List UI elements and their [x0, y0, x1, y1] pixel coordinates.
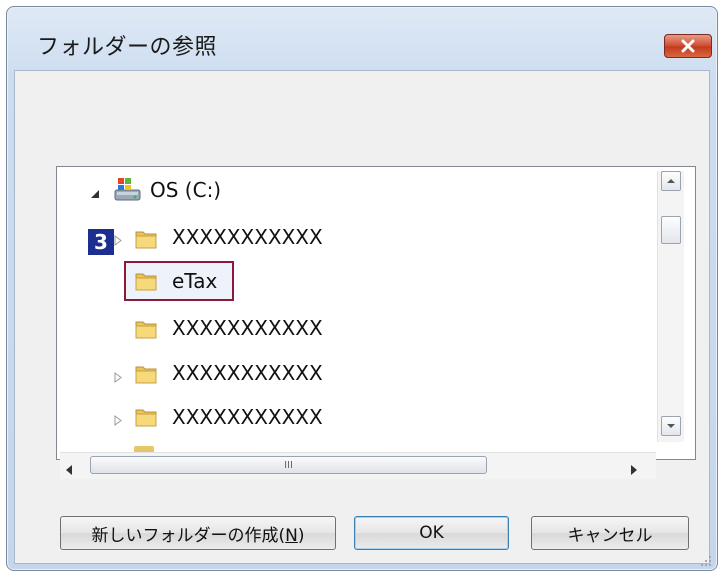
tree-item-label: XXXXXXXXXXX — [172, 316, 323, 340]
folder-icon — [135, 318, 157, 340]
collapsed-triangle-icon[interactable] — [114, 231, 122, 250]
tree-item-label: XXXXXXXXXXX — [172, 225, 323, 249]
scroll-left-button[interactable] — [66, 460, 73, 479]
cancel-button[interactable]: キャンセル — [531, 516, 689, 550]
tree-item[interactable]: XXXXXXXXXXX — [172, 217, 323, 257]
vertical-scroll-thumb[interactable] — [661, 216, 681, 244]
close-button[interactable] — [664, 34, 712, 58]
tree-item-etax[interactable]: eTax — [172, 261, 217, 301]
new-folder-button[interactable]: 新しいフォルダーの作成(N) — [60, 516, 336, 550]
scroll-up-button[interactable] — [661, 171, 681, 191]
collapsed-triangle-icon[interactable] — [114, 411, 122, 430]
cancel-button-label: キャンセル — [567, 525, 653, 546]
tree-item-label: OS (C:) — [150, 178, 222, 202]
scroll-grip-icon: III — [284, 459, 293, 471]
arrow-left-icon — [66, 465, 72, 475]
new-folder-button-label: 新しいフォルダーの作成(N) — [91, 525, 305, 546]
resize-grip-icon[interactable] — [700, 552, 712, 566]
drive-icon — [114, 175, 142, 207]
tree-item-os-drive[interactable]: OS (C:) — [150, 170, 221, 210]
expanded-triangle-icon[interactable] — [91, 184, 100, 203]
ok-button-label: OK — [419, 523, 444, 543]
arrow-down-icon — [667, 424, 675, 428]
folder-icon — [135, 363, 157, 385]
tree-item[interactable]: XXXXXXXXXXX — [172, 353, 323, 393]
tree-item-label: XXXXXXXXXXX — [172, 405, 323, 429]
tree-item[interactable]: XXXXXXXXXXX — [172, 397, 323, 437]
horizontal-scroll-thumb[interactable]: III — [90, 456, 487, 474]
ok-button[interactable]: OK — [354, 516, 509, 550]
tree-item-label: XXXXXXXXXXX — [172, 361, 323, 385]
collapsed-triangle-icon[interactable] — [114, 368, 122, 387]
dialog-title: フォルダーの参照 — [37, 35, 218, 60]
close-x-icon — [681, 39, 695, 53]
tree-item[interactable]: XXXXXXXXXXX — [172, 308, 323, 348]
folder-icon — [135, 270, 157, 292]
arrow-up-icon — [667, 179, 675, 183]
folder-icon — [135, 228, 157, 250]
tree-item-label: eTax — [172, 269, 218, 293]
scroll-right-button[interactable] — [630, 460, 637, 479]
horizontal-scrollbar[interactable]: III — [60, 452, 656, 479]
arrow-right-icon — [631, 465, 637, 475]
scroll-down-button[interactable] — [661, 416, 681, 436]
step-number-badge: 3 — [88, 229, 114, 255]
folder-icon — [135, 406, 157, 428]
vertical-scrollbar[interactable] — [657, 171, 684, 442]
